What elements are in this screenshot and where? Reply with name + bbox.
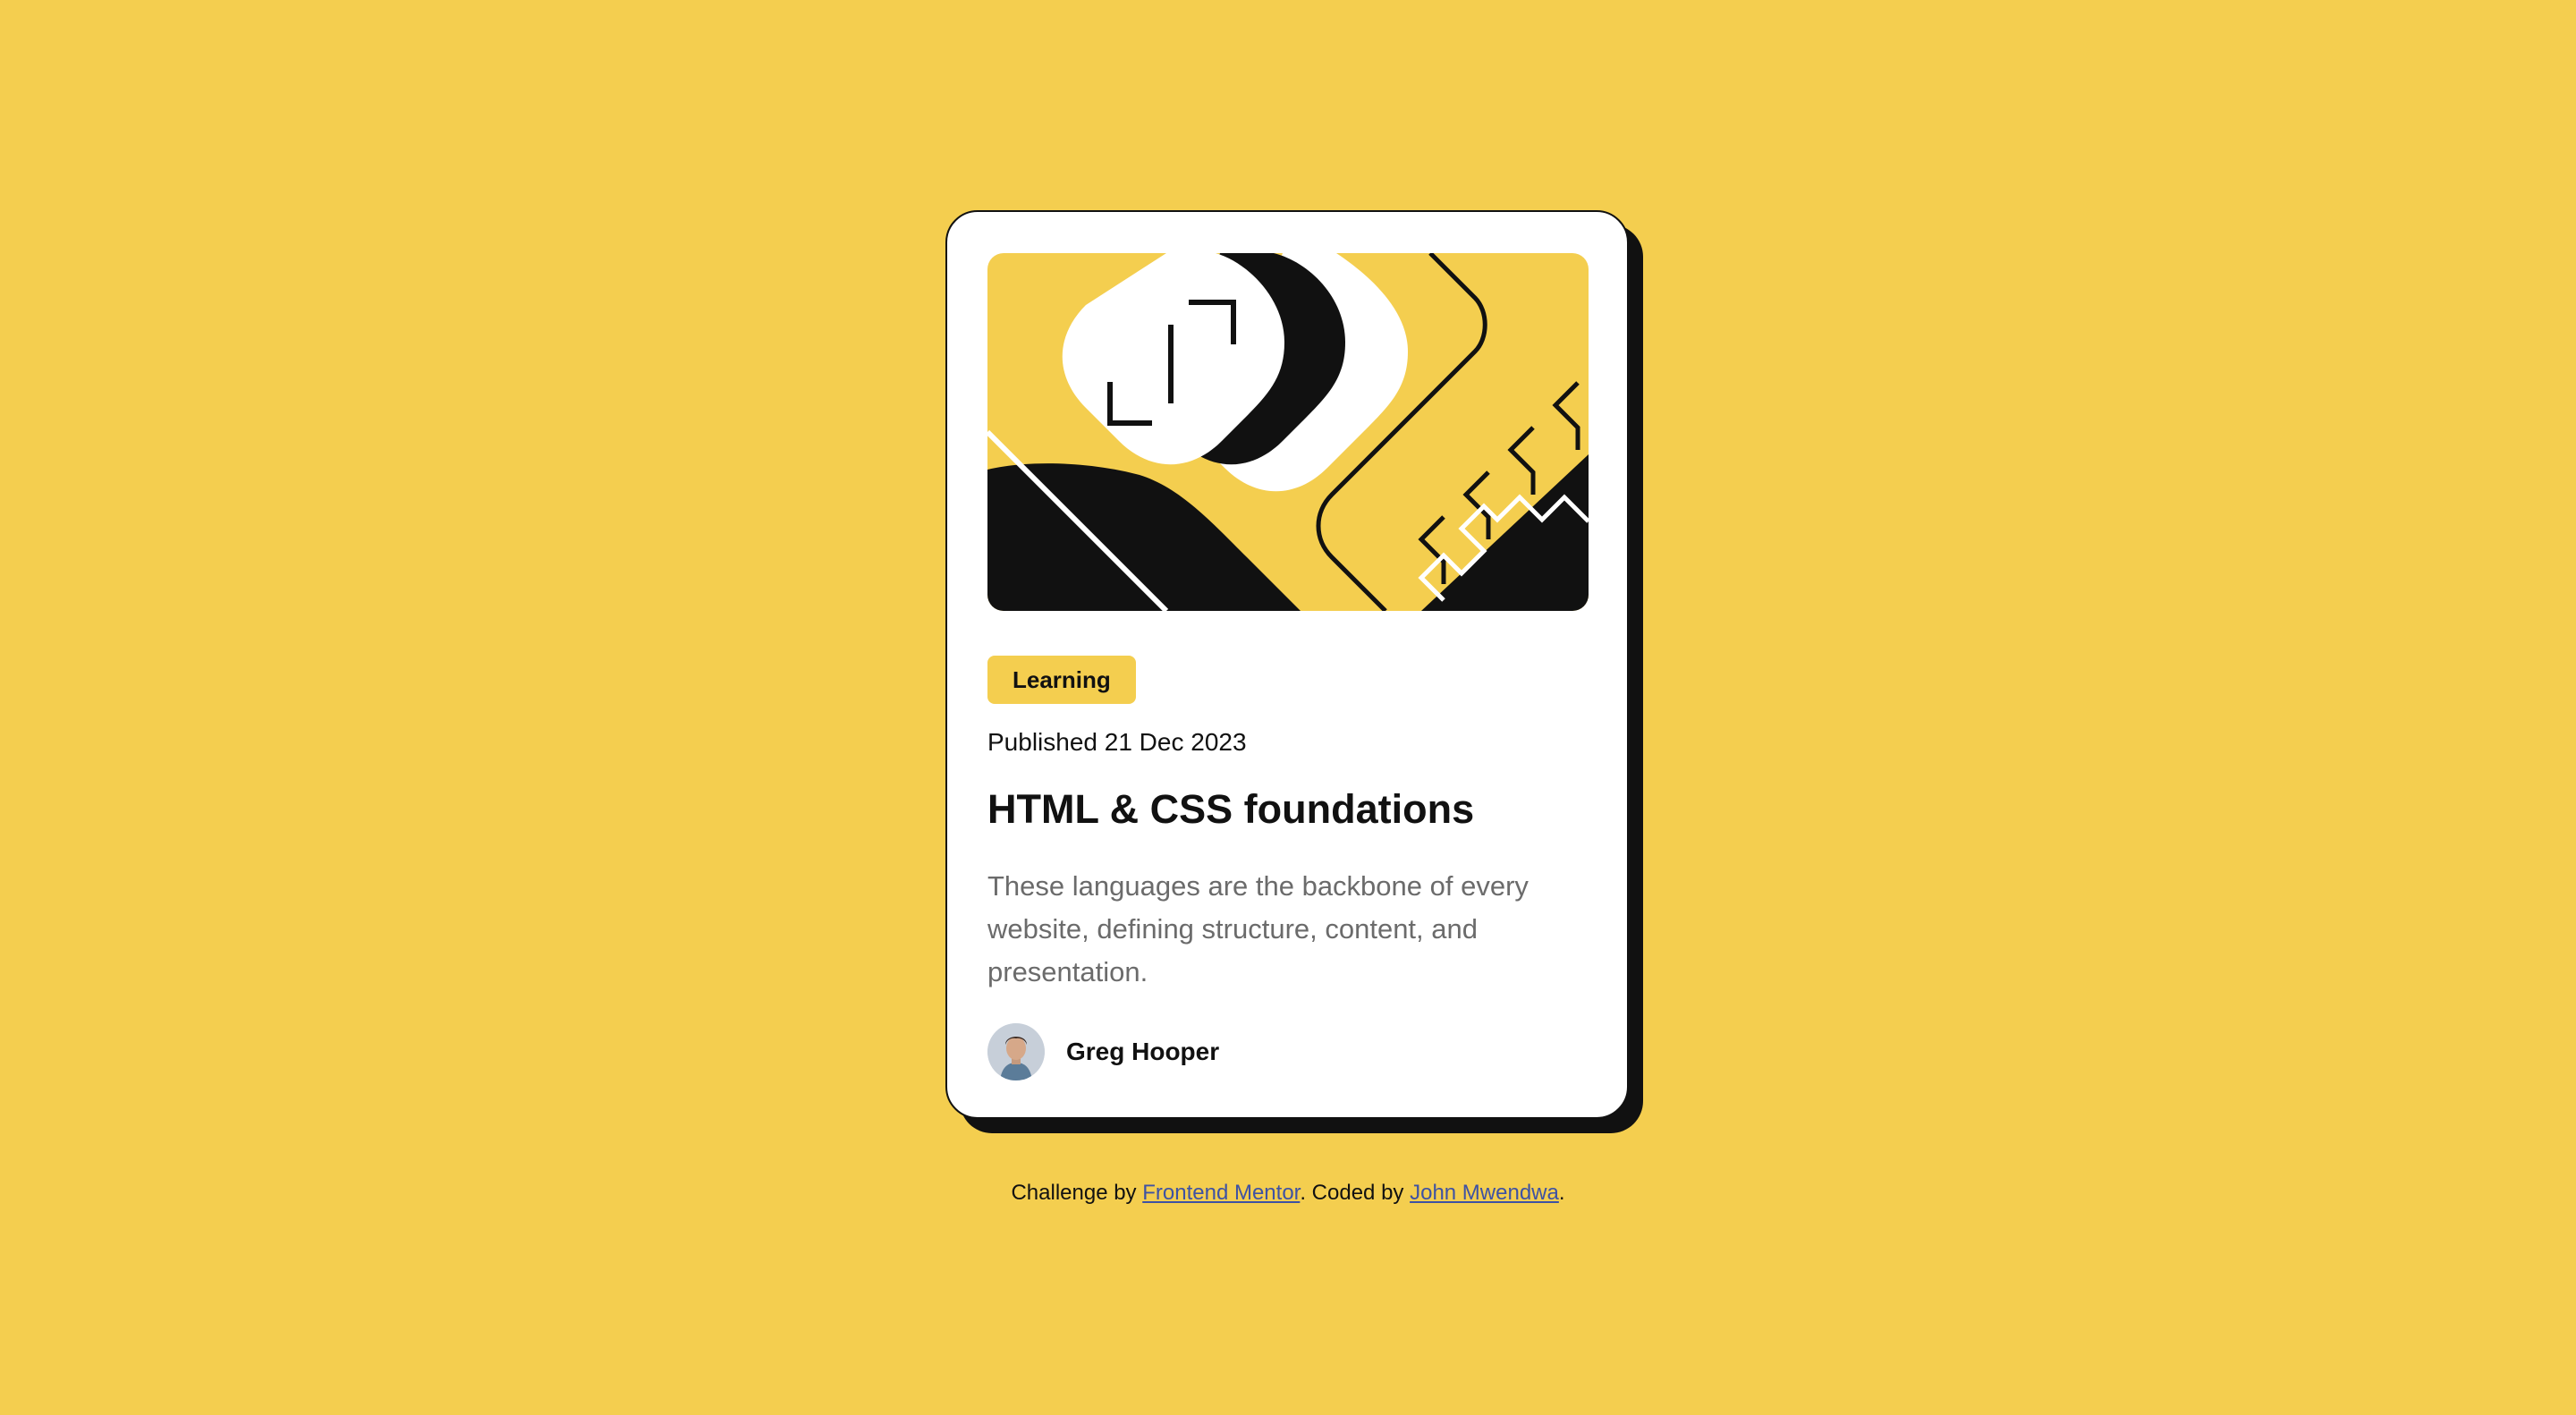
author: Greg Hooper	[987, 1023, 1219, 1080]
card-title[interactable]: HTML & CSS foundations	[987, 784, 1474, 835]
frontend-mentor-link[interactable]: Frontend Mentor	[1142, 1181, 1300, 1205]
card-illustration	[987, 253, 1589, 611]
author-name: Greg Hooper	[1066, 1038, 1220, 1065]
attribution: Challenge by Frontend Mentor. Coded by J…	[0, 1177, 2576, 1209]
blog-preview-card: Learning Published 21 Dec 2023 HTML & CS…	[945, 210, 1629, 1119]
card-description: These languages are the backbone of ever…	[987, 870, 1529, 987]
avatar	[987, 1023, 1045, 1080]
attribution-prefix: Challenge by	[1011, 1181, 1137, 1205]
category-tag: Learning	[987, 656, 1136, 704]
attribution-suffix: .	[1558, 1181, 1565, 1205]
attribution-middle: . Coded by	[1300, 1181, 1404, 1205]
published-date: Published 21 Dec 2023	[987, 728, 1247, 756]
author-link[interactable]: John Mwendwa	[1410, 1181, 1559, 1205]
